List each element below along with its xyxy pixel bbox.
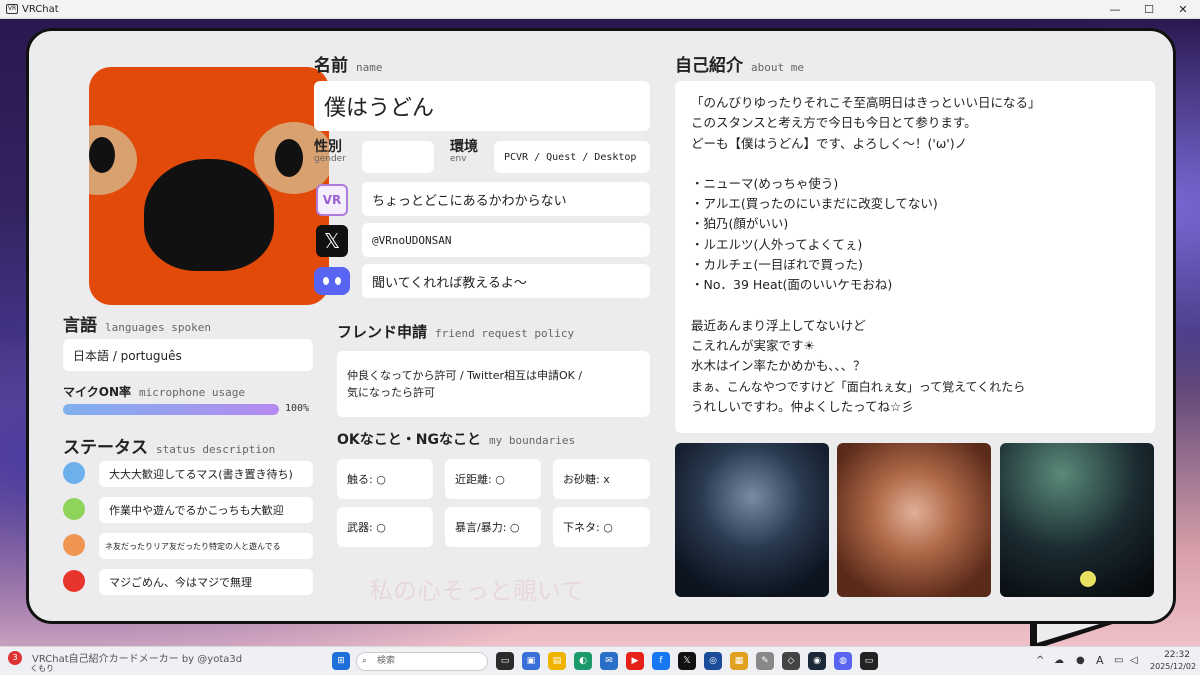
close-button[interactable]: ✕ bbox=[1166, 0, 1200, 19]
steam-icon[interactable]: ◉ bbox=[808, 652, 826, 670]
discord-icon bbox=[314, 267, 350, 295]
mic-heading: マイクON率 microphone usage bbox=[63, 385, 245, 399]
beak-icon bbox=[144, 159, 274, 271]
app-icon-gimp[interactable]: ✎ bbox=[756, 652, 774, 670]
clock[interactable]: 22:32 2025/12/02 bbox=[1150, 650, 1196, 672]
profile-card: 言語 languages spoken 日本語 / português マイクON… bbox=[26, 28, 1176, 624]
gallery-photo-1 bbox=[675, 443, 829, 597]
window-titlebar: VR VRChat — ☐ ✕ bbox=[0, 0, 1200, 19]
tray-chevron-icon[interactable]: ^ bbox=[1036, 655, 1044, 666]
boundary-item: 暴言/暴力: ○ bbox=[445, 507, 541, 547]
weather-badge[interactable]: 3 bbox=[8, 651, 22, 665]
task-view-icon[interactable]: ▭ bbox=[496, 652, 514, 670]
tray-cloud-icon[interactable]: ☁ bbox=[1054, 655, 1064, 666]
about-heading: 自己紹介 about me bbox=[675, 56, 804, 76]
window-title: VRChat bbox=[22, 3, 59, 15]
mic-usage-percent: 100% bbox=[285, 403, 310, 414]
start-menu-icon[interactable]: ⊞ bbox=[332, 652, 350, 670]
status-item: 作業中や遊んでるかこっちも大歓迎 bbox=[99, 497, 313, 523]
boundary-item: 触る: ○ bbox=[337, 459, 433, 499]
about-text: 「のんびりゆったりそれこそ至高明日はきっといい日になる」 このスタンスと考え方で… bbox=[675, 81, 1155, 433]
left-pupil-icon bbox=[89, 137, 115, 173]
status-item: マジごめん、今はマジで無理 bbox=[99, 569, 313, 595]
vrchat-viewport[interactable]: 言語 languages spoken 日本語 / português マイクON… bbox=[0, 19, 1200, 646]
avatar bbox=[89, 67, 329, 305]
status-heading: ステータス status description bbox=[63, 438, 276, 458]
env-value: PCVR / Quest / Desktop bbox=[494, 141, 650, 173]
status-dot-red bbox=[63, 570, 85, 592]
boundary-item: 武器: ○ bbox=[337, 507, 433, 547]
boundary-item: 下ネタ: ○ bbox=[553, 507, 650, 547]
outlook-icon[interactable]: ✉ bbox=[600, 652, 618, 670]
watermark-text: 私の心そっと覗いて bbox=[369, 577, 585, 605]
right-pupil-icon bbox=[275, 139, 303, 177]
discord-value: 聞いてくれれば教えるよ～ bbox=[362, 264, 650, 298]
tray-volume-icon[interactable]: ◁ bbox=[1130, 655, 1138, 666]
file-explorer-icon[interactable]: ▤ bbox=[548, 652, 566, 670]
vrchat-icon: VR bbox=[316, 184, 348, 216]
languages-heading: 言語 languages spoken bbox=[63, 316, 211, 336]
youtube-icon[interactable]: ▶ bbox=[626, 652, 644, 670]
status-item: 大大大歓迎してるマス(書き置き待ち) bbox=[99, 461, 313, 487]
status-item: ネ友だったりリア友だったり特定の人と遊んでる bbox=[99, 533, 313, 559]
boundary-item: お砂糖: x bbox=[553, 459, 650, 499]
languages-value: 日本語 / português bbox=[63, 339, 313, 371]
unity-icon[interactable]: ◇ bbox=[782, 652, 800, 670]
taskbar-search-input[interactable]: 検索 bbox=[356, 652, 488, 671]
minimize-button[interactable]: — bbox=[1098, 0, 1132, 19]
app-icon-folder[interactable]: ▦ bbox=[730, 652, 748, 670]
friend-policy-heading: フレンド申請 friend request policy bbox=[337, 323, 575, 341]
discord-taskbar-icon[interactable]: ◍ bbox=[834, 652, 852, 670]
store-icon[interactable]: ▣ bbox=[522, 652, 540, 670]
boundary-item: 近距離: ○ bbox=[445, 459, 541, 499]
status-dot-blue bbox=[63, 462, 85, 484]
boundaries-heading: OKなこと・NGなこと my boundaries bbox=[337, 432, 576, 448]
tray-mic-icon[interactable]: ● bbox=[1076, 655, 1085, 666]
taskbar: 3 くもり VRChat自己紹介カードメーカー by @yota3d ⊞ 検索 … bbox=[0, 646, 1200, 675]
app-icon-cq[interactable]: ◎ bbox=[704, 652, 722, 670]
mic-usage-bar bbox=[63, 404, 279, 415]
vrchat-app-icon: VR bbox=[6, 4, 18, 14]
x-icon: 𝕏 bbox=[316, 225, 348, 257]
x-taskbar-icon[interactable]: 𝕏 bbox=[678, 652, 696, 670]
name-heading: 名前 name bbox=[314, 56, 383, 76]
vrchat-taskbar-icon[interactable]: ▭ bbox=[860, 652, 878, 670]
maximize-button[interactable]: ☐ bbox=[1132, 0, 1166, 19]
status-dot-orange bbox=[63, 534, 85, 556]
vrchat-value: ちょっとどこにあるかわからない bbox=[362, 182, 650, 216]
name-value: 僕はうどん bbox=[314, 81, 650, 131]
gender-value bbox=[362, 141, 434, 173]
gallery-photo-3 bbox=[1000, 443, 1154, 597]
footer-credit: VRChat自己紹介カードメーカー by @yota3d bbox=[32, 654, 243, 665]
facebook-icon[interactable]: f bbox=[652, 652, 670, 670]
search-icon: ⌕ bbox=[362, 656, 368, 666]
ime-indicator[interactable]: A bbox=[1096, 654, 1104, 667]
status-dot-green bbox=[63, 498, 85, 520]
tray-network-icon[interactable]: ▭ bbox=[1114, 655, 1123, 666]
mic-usage-fill bbox=[63, 404, 279, 415]
x-value: @VRnoUDONSAN bbox=[362, 223, 650, 257]
env-heading: 環境 env bbox=[450, 139, 478, 164]
edge-icon[interactable]: ◐ bbox=[574, 652, 592, 670]
gender-heading: 性別 gender bbox=[314, 139, 346, 164]
gallery-photo-2 bbox=[837, 443, 991, 597]
glow-icon bbox=[1080, 571, 1096, 587]
friend-policy-value: 仲良くなってから許可 / Twitter相互は申請OK / 気になったら許可 bbox=[337, 351, 650, 417]
